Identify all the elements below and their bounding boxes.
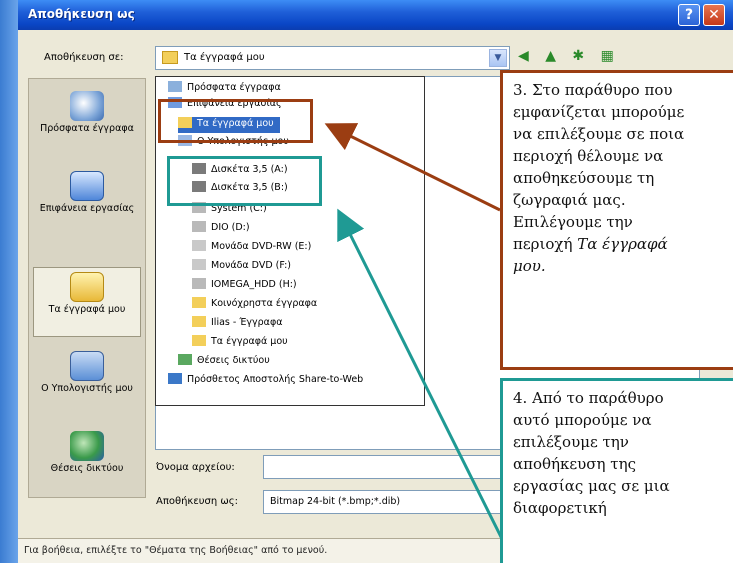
callout-line: επιλέξουμε την [513, 433, 629, 451]
arrow-to-my-documents [324, 123, 501, 212]
callout-line: να επιλέξουμε σε ποια [513, 125, 685, 143]
callout-line: εμφανίζεται μπορούμε [513, 103, 685, 121]
callout-line: περιοχή θέλουμε να [513, 147, 664, 165]
callout-step-3: 3. Στο παράθυρο που εμφανίζεται μπορούμε… [500, 70, 733, 370]
callout-line: περιοχή Τα έγγραφά [513, 235, 668, 253]
callout-step-4: 4. Από το παράθυρο αυτό μπορούμε να επιλ… [500, 378, 733, 563]
arrow-to-floppy-drives [337, 208, 512, 556]
callout-line: ζωγραφιά μας. [513, 191, 626, 209]
callout-line: διαφορετική [513, 499, 607, 517]
callout-line: αυτό μπορούμε να [513, 411, 652, 429]
callout-line: 3. Στο παράθυρο που [513, 81, 673, 99]
callout-line: Επιλέγουμε την [513, 213, 633, 231]
callout-line: μου. [513, 257, 546, 275]
callout-line: 4. Από το παράθυρο [513, 389, 664, 407]
callout-line: εργασίας μας σε μια [513, 477, 670, 495]
callout-line: αποθηκεύσουμε τη [513, 169, 655, 187]
callout-line: αποθήκευση της [513, 455, 636, 473]
